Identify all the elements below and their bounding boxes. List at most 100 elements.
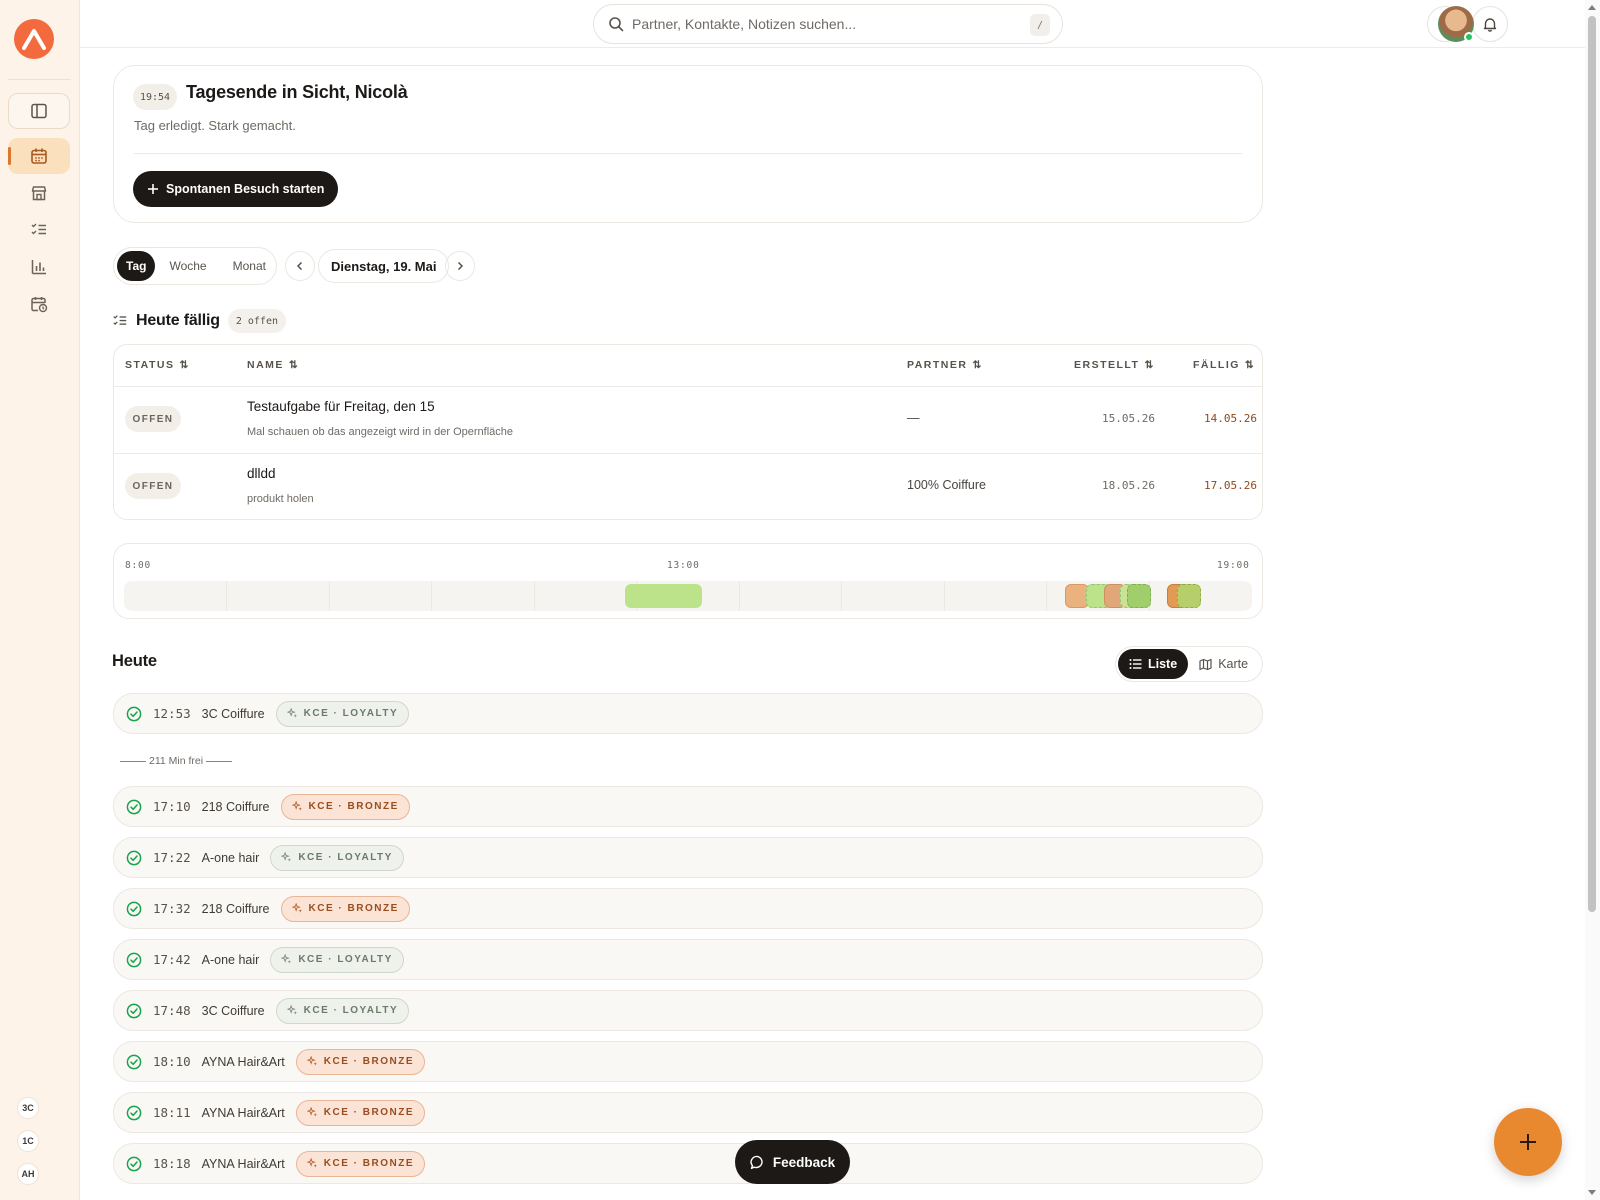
timeline-hour-tick bbox=[431, 581, 432, 611]
chevron-right-icon bbox=[457, 261, 464, 271]
status-badge: OFFEN bbox=[125, 473, 181, 499]
list-view-button[interactable]: Liste bbox=[1118, 649, 1189, 679]
column-header-name[interactable]: NAME ⇅ bbox=[247, 359, 299, 371]
task-description: Mal schauen ob das angezeigt wird in der… bbox=[247, 426, 513, 438]
sidebar-item-calendar[interactable] bbox=[8, 138, 70, 174]
tab-day[interactable]: Tag bbox=[117, 251, 156, 281]
column-header-due[interactable]: FÄLLIG ⇅ bbox=[1193, 359, 1255, 371]
visit-list-item[interactable]: 18:10 AYNA Hair&Art KCE · BRONZE bbox=[113, 1041, 1263, 1082]
task-title[interactable]: Testaufgabe für Freitag, den 15 bbox=[247, 399, 435, 414]
store-icon bbox=[31, 186, 47, 201]
visit-list-item[interactable]: 18:11 AYNA Hair&Art KCE · BRONZE bbox=[113, 1092, 1263, 1133]
global-search-input[interactable]: Partner, Kontakte, Notizen suchen... / bbox=[593, 4, 1063, 44]
timeline-hour-tick bbox=[534, 581, 535, 611]
tier-badge: KCE · BRONZE bbox=[295, 1099, 425, 1126]
visit-list-item[interactable]: 17:10 218 Coiffure KCE · BRONZE bbox=[113, 786, 1263, 827]
tier-badge: KCE · LOYALTY bbox=[270, 946, 404, 973]
task-title[interactable]: dlldd bbox=[247, 466, 276, 481]
visit-list-item[interactable]: 17:48 3C Coiffure KCE · LOYALTY bbox=[113, 990, 1263, 1031]
task-created-date: 18.05.26 bbox=[1102, 479, 1155, 492]
tab-month[interactable]: Monat bbox=[221, 251, 278, 281]
top-bar: Partner, Kontakte, Notizen suchen... / bbox=[80, 0, 1585, 48]
column-header-partner[interactable]: PARTNER ⇅ bbox=[907, 359, 983, 371]
visit-partner-name[interactable]: AYNA Hair&Art bbox=[202, 1106, 285, 1120]
column-header-created[interactable]: ERSTELLT ⇅ bbox=[1074, 359, 1155, 371]
map-view-button[interactable]: Karte bbox=[1188, 649, 1259, 679]
task-list-icon bbox=[113, 315, 127, 325]
task-partner: — bbox=[907, 411, 920, 425]
timeline-hour-tick bbox=[1046, 581, 1047, 611]
visit-partner-name[interactable]: AYNA Hair&Art bbox=[202, 1055, 285, 1069]
scrollbar-thumb[interactable] bbox=[1588, 16, 1596, 912]
page-scrollbar[interactable] bbox=[1585, 0, 1600, 1200]
visit-partner-name[interactable]: 3C Coiffure bbox=[202, 707, 265, 721]
visit-partner-name[interactable]: AYNA Hair&Art bbox=[202, 1157, 285, 1171]
map-icon bbox=[1199, 658, 1212, 670]
visit-list-item[interactable]: 17:42 A-one hair KCE · LOYALTY bbox=[113, 939, 1263, 980]
scroll-up-arrow-icon[interactable] bbox=[1588, 5, 1596, 10]
app-logo[interactable] bbox=[14, 19, 54, 59]
timeline-visit-block[interactable] bbox=[1127, 584, 1151, 608]
timeline-hour-tick bbox=[739, 581, 740, 611]
visit-list-item[interactable]: 17:22 A-one hair KCE · LOYALTY bbox=[113, 837, 1263, 878]
timeline-track[interactable] bbox=[124, 581, 1252, 611]
sort-icon: ⇅ bbox=[179, 359, 190, 371]
free-time-line bbox=[120, 760, 146, 762]
sidebar-toggle-button[interactable] bbox=[8, 93, 70, 129]
search-placeholder: Partner, Kontakte, Notizen suchen... bbox=[632, 16, 857, 32]
timeline-visit-block[interactable] bbox=[1177, 584, 1201, 608]
sort-icon: ⇅ bbox=[1144, 359, 1155, 371]
column-header-status[interactable]: STATUS ⇅ bbox=[125, 359, 190, 371]
scroll-down-arrow-icon[interactable] bbox=[1588, 1190, 1596, 1195]
task-partner[interactable]: 100% Coiffure bbox=[907, 478, 986, 492]
previous-day-button[interactable] bbox=[285, 251, 315, 281]
visit-list-item[interactable]: 12:53 3C Coiffure KCE · LOYALTY bbox=[113, 693, 1263, 734]
next-day-button[interactable] bbox=[445, 251, 475, 281]
timeline-visit-block[interactable] bbox=[625, 584, 702, 608]
check-circle-icon bbox=[126, 706, 142, 721]
greeting-title: Tagesende in Sicht, Nicolà bbox=[186, 82, 408, 102]
sidebar-item-tasks[interactable] bbox=[8, 212, 70, 248]
current-date-picker[interactable]: Dienstag, 19. Mai bbox=[318, 249, 450, 283]
tier-badge: KCE · LOYALTY bbox=[270, 844, 404, 871]
list-view-label: Liste bbox=[1148, 657, 1178, 671]
sparkle-icon bbox=[306, 1158, 317, 1168]
notifications-button[interactable] bbox=[1472, 6, 1508, 42]
tier-badge-label: KCE · BRONZE bbox=[323, 1158, 414, 1169]
sidebar-item-reports[interactable] bbox=[8, 249, 70, 285]
visit-partner-name[interactable]: 218 Coiffure bbox=[202, 800, 270, 814]
account-switch-3c[interactable]: 3C bbox=[17, 1097, 39, 1119]
account-switch-ah[interactable]: AH bbox=[17, 1163, 39, 1185]
feedback-button[interactable]: Feedback bbox=[735, 1140, 850, 1184]
sparkle-icon bbox=[306, 1056, 317, 1066]
visit-list-item[interactable]: 18:18 AYNA Hair&Art KCE · BRONZE bbox=[113, 1143, 1263, 1184]
start-spontaneous-visit-button[interactable]: Spontanen Besuch starten bbox=[133, 171, 339, 207]
visit-list-item[interactable]: 17:32 218 Coiffure KCE · BRONZE bbox=[113, 888, 1263, 929]
visit-partner-name[interactable]: 218 Coiffure bbox=[202, 902, 270, 916]
visit-time: 17:10 bbox=[153, 799, 191, 814]
sidebar-item-partners[interactable] bbox=[8, 175, 70, 211]
sparkle-icon bbox=[286, 708, 297, 718]
visit-time: 12:53 bbox=[153, 706, 191, 721]
current-time-chip: 19:54 bbox=[133, 84, 177, 110]
sidebar-item-schedule[interactable] bbox=[8, 286, 70, 322]
sidebar: 3C 1C AH bbox=[0, 0, 80, 1200]
visit-partner-name[interactable]: 3C Coiffure bbox=[202, 1004, 265, 1018]
tier-badge-label: KCE · BRONZE bbox=[323, 1056, 414, 1067]
tier-badge: KCE · BRONZE bbox=[280, 895, 410, 922]
status-badge: OFFEN bbox=[125, 406, 181, 432]
chevron-left-icon bbox=[296, 261, 303, 271]
tier-badge-label: KCE · LOYALTY bbox=[303, 1005, 399, 1016]
account-switch-1c[interactable]: 1C bbox=[17, 1130, 39, 1152]
table-row-divider bbox=[114, 453, 1262, 454]
check-circle-icon bbox=[126, 1054, 142, 1069]
tab-week[interactable]: Woche bbox=[157, 251, 218, 281]
add-floating-button[interactable] bbox=[1494, 1108, 1562, 1176]
start-visit-label: Spontanen Besuch starten bbox=[166, 182, 325, 196]
visit-partner-name[interactable]: A-one hair bbox=[202, 953, 260, 967]
visit-partner-name[interactable]: A-one hair bbox=[202, 851, 260, 865]
bell-icon bbox=[1483, 18, 1497, 32]
check-circle-icon bbox=[126, 1156, 142, 1171]
tier-badge-label: KCE · BRONZE bbox=[308, 801, 399, 812]
sparkle-icon bbox=[291, 801, 302, 811]
